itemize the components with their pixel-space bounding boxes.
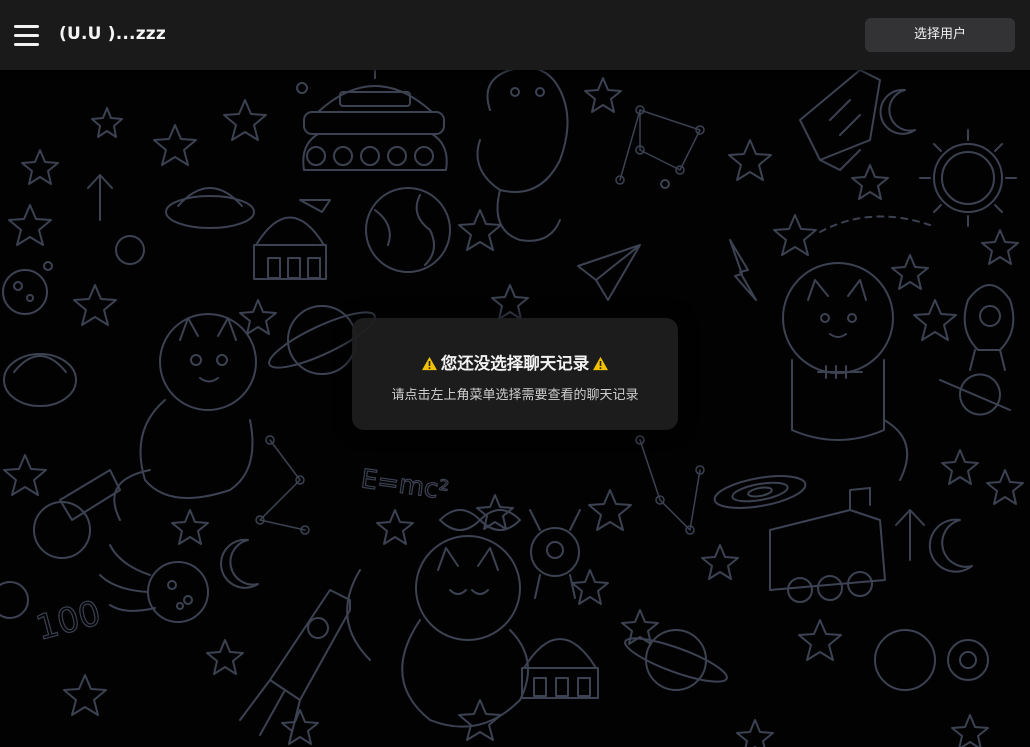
arrow-up-doodle bbox=[87, 174, 113, 221]
warning-icon bbox=[593, 356, 609, 371]
select-user-button[interactable]: 选择用户 bbox=[865, 18, 1015, 52]
rocket-doodle-2 bbox=[239, 589, 351, 741]
rover-doodle bbox=[769, 487, 886, 603]
number-doodle: 100 bbox=[32, 593, 105, 648]
warning-icon bbox=[421, 356, 437, 371]
alien-doodle bbox=[963, 284, 1015, 371]
moon-doodle-3 bbox=[220, 538, 259, 589]
lightning-doodle bbox=[729, 239, 757, 301]
sun-doodle bbox=[919, 129, 1017, 227]
cat-doodle-right bbox=[782, 262, 909, 481]
observatory-doodle-2 bbox=[521, 638, 599, 699]
formula-doodle: E=mc² bbox=[359, 464, 451, 506]
moon-doodle-2 bbox=[928, 518, 973, 573]
rocket-doodle bbox=[799, 69, 881, 171]
notice-subtitle: 请点击左上角菜单选择需要查看的聊天记录 bbox=[391, 388, 639, 403]
notice-title-row: 您还没选择聊天记录 bbox=[352, 350, 678, 374]
telescope-doodle bbox=[33, 469, 121, 559]
notice-title: 您还没选择聊天记录 bbox=[440, 354, 590, 373]
cat-astronaut-doodle-bottom bbox=[346, 535, 529, 728]
empty-state-notice: 您还没选择聊天记录 请点击左上角菜单选择需要查看的聊天记录 bbox=[352, 318, 678, 430]
galaxy-doodle bbox=[713, 475, 807, 509]
top-bar: (U.U )...zzz 选择用户 bbox=[0, 0, 1030, 70]
cat-astronaut-doodle bbox=[113, 313, 257, 521]
hamburger-menu-icon[interactable] bbox=[14, 25, 40, 47]
moon-doodle bbox=[879, 88, 916, 135]
app-title: (U.U )...zzz bbox=[59, 24, 166, 44]
alien-doodle-2 bbox=[529, 509, 581, 599]
app-root: E=mc² 100 (U.U)...zzz 选择用户 您还没选择聊天记录 请点… bbox=[0, 0, 1030, 747]
meteor-doodle bbox=[99, 544, 209, 623]
ufo-doodle-left bbox=[3, 187, 255, 407]
paper-plane-doodle bbox=[577, 244, 641, 301]
globe-doodle bbox=[365, 187, 451, 273]
cat-doodle-top bbox=[476, 66, 569, 242]
orbit-doodle bbox=[819, 215, 931, 233]
arrow-up-doodle-2 bbox=[895, 509, 925, 561]
observatory-doodle bbox=[253, 199, 331, 280]
ufo-doodle bbox=[302, 65, 448, 171]
